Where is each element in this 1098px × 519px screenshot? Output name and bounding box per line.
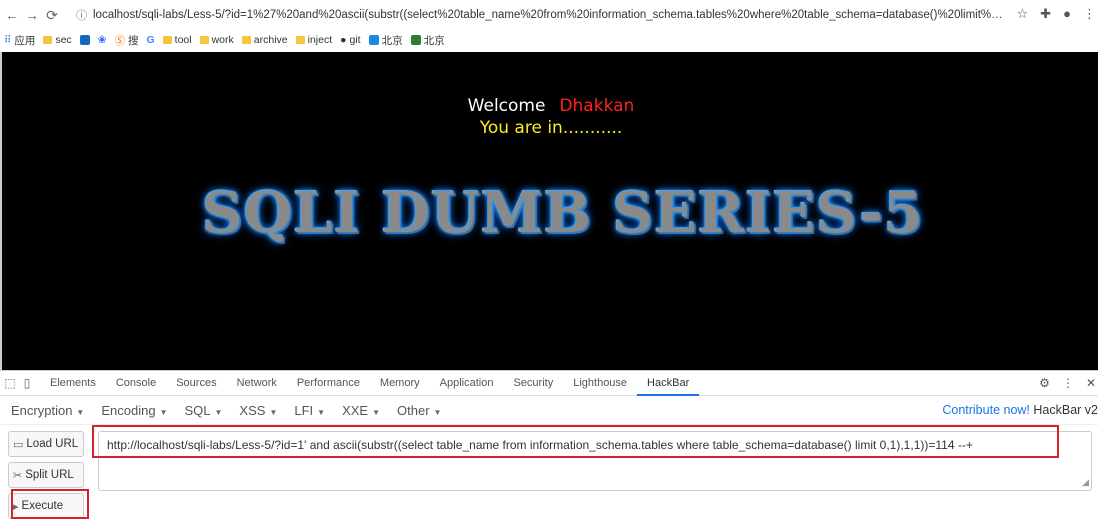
- folder-icon: [162, 36, 172, 44]
- status-message: You are in...........: [479, 118, 623, 138]
- menu-lfi[interactable]: LFI ▼: [294, 403, 325, 418]
- menu-xss[interactable]: XSS ▼: [239, 403, 277, 418]
- back-icon[interactable]: ←: [2, 7, 22, 23]
- caret-down-icon: ▼: [76, 407, 85, 417]
- menu-other[interactable]: Other ▼: [397, 403, 441, 418]
- bookmark-sogou[interactable]: Ⓢ 搜: [114, 33, 138, 48]
- tab-network[interactable]: Network: [227, 371, 287, 396]
- devtools-tabs: ⬚ ▯ Elements Console Sources Network Per…: [0, 371, 1098, 396]
- forward-icon[interactable]: →: [22, 7, 42, 23]
- caret-down-icon: ▼: [433, 407, 442, 417]
- tab-security[interactable]: Security: [503, 371, 563, 396]
- browser-toolbar: ← → ⟳ ⓘ localhost/sqli-labs/Less-5/?id=1…: [0, 0, 1098, 30]
- folder-icon: [241, 36, 251, 44]
- inspect-icon[interactable]: ⬚: [3, 376, 17, 390]
- hackbar-menu: Encryption ▼ Encoding ▼ SQL ▼ XSS ▼ LFI ▼ XXE…: [0, 396, 1098, 425]
- bookmark-beijing-1[interactable]: 北京: [368, 33, 403, 48]
- bookmark-on[interactable]: [79, 35, 90, 45]
- bookmark-inject[interactable]: inject: [295, 34, 332, 46]
- reload-icon[interactable]: ⟳: [42, 7, 62, 24]
- tab-sources[interactable]: Sources: [166, 371, 226, 396]
- bookmark-tool[interactable]: tool: [162, 34, 192, 46]
- settings-icon[interactable]: ⚙: [1039, 376, 1050, 390]
- hackbar-body: ▭ Load URL ✂ Split URL ▸ Execute http://loc…: [0, 425, 1098, 519]
- folder-icon: [199, 36, 209, 44]
- close-icon[interactable]: ✕: [1086, 376, 1096, 390]
- bookmark-beijing-2[interactable]: 北京: [410, 33, 445, 48]
- bookmarks-bar: ⠿ 应用 sec ❀ Ⓢ 搜 G tool work archive inject …: [0, 30, 1098, 50]
- address-url: localhost/sqli-labs/Less-5/?id=1%27%20an…: [93, 9, 1008, 21]
- user-name: Dhakkan: [559, 96, 635, 116]
- split-url-button[interactable]: ✂ Split URL: [8, 462, 84, 488]
- contribute-link[interactable]: Contribute now!: [942, 403, 1030, 417]
- bookmark-google[interactable]: G: [146, 34, 154, 46]
- star-icon[interactable]: ☆: [1017, 6, 1029, 22]
- tab-elements[interactable]: Elements: [40, 371, 106, 396]
- github-icon: ●: [340, 34, 347, 46]
- l-icon: [410, 35, 421, 45]
- menu-encoding[interactable]: Encoding ▼: [101, 403, 167, 418]
- caret-down-icon: ▼: [269, 407, 278, 417]
- profile-icon[interactable]: ●: [1063, 6, 1071, 22]
- bookmark-sec[interactable]: sec: [43, 34, 72, 46]
- menu-xxe[interactable]: XXE ▼: [342, 403, 380, 418]
- tab-hackbar[interactable]: HackBar: [637, 371, 700, 396]
- bookmark-apps[interactable]: ⠿ 应用: [4, 33, 35, 48]
- paw-icon: ❀: [97, 34, 107, 46]
- address-bar[interactable]: ⓘ localhost/sqli-labs/Less-5/?id=1%27%20…: [70, 4, 1015, 26]
- folder-icon: [295, 36, 305, 44]
- bookmark-work[interactable]: work: [199, 34, 234, 46]
- tab-console[interactable]: Console: [106, 371, 166, 396]
- caret-down-icon: ▼: [214, 407, 223, 417]
- welcome-line: Welcome Dhakkan: [467, 96, 635, 116]
- sogou-icon: Ⓢ: [114, 34, 125, 47]
- series-banner: SQLI DUMB SERIES-5: [202, 180, 924, 246]
- bookmark-git[interactable]: ● git: [340, 34, 360, 46]
- load-url-button[interactable]: ▭ Load URL: [8, 431, 84, 457]
- menu-sql[interactable]: SQL ▼: [184, 403, 222, 418]
- device-toggle-icon[interactable]: ▯: [20, 376, 34, 390]
- resize-handle-icon[interactable]: ◢: [1082, 477, 1089, 488]
- on-icon: [79, 35, 90, 45]
- scissors-icon: ✂: [13, 469, 23, 482]
- info-icon[interactable]: ⓘ: [76, 7, 87, 23]
- tab-application[interactable]: Application: [430, 371, 504, 396]
- load-icon: ▭: [13, 438, 24, 451]
- tab-lighthouse[interactable]: Lighthouse: [563, 371, 637, 396]
- contribute-text: Contribute now! HackBar v2: [942, 403, 1098, 417]
- extensions-icon[interactable]: ✚: [1040, 6, 1051, 22]
- menu-encryption[interactable]: Encryption ▼: [11, 403, 84, 418]
- caret-down-icon: ▼: [372, 407, 381, 417]
- google-icon: G: [146, 34, 155, 46]
- caret-down-icon: ▼: [159, 407, 168, 417]
- apps-icon: ⠿: [4, 34, 12, 46]
- bookmark-baidu[interactable]: ❀: [98, 34, 107, 46]
- more-icon[interactable]: ⋮: [1062, 376, 1074, 390]
- b-icon: [368, 35, 379, 45]
- tab-memory[interactable]: Memory: [370, 371, 430, 396]
- devtools-panel: ⬚ ▯ Elements Console Sources Network Per…: [0, 370, 1098, 519]
- folder-icon: [43, 36, 53, 44]
- url-highlight: [92, 425, 1059, 458]
- page-content: Welcome Dhakkan You are in........... SQL…: [0, 52, 1098, 370]
- menu-icon[interactable]: ⋮: [1083, 6, 1096, 22]
- tab-performance[interactable]: Performance: [287, 371, 370, 396]
- bookmark-archive[interactable]: archive: [241, 34, 288, 46]
- caret-down-icon: ▼: [317, 407, 326, 417]
